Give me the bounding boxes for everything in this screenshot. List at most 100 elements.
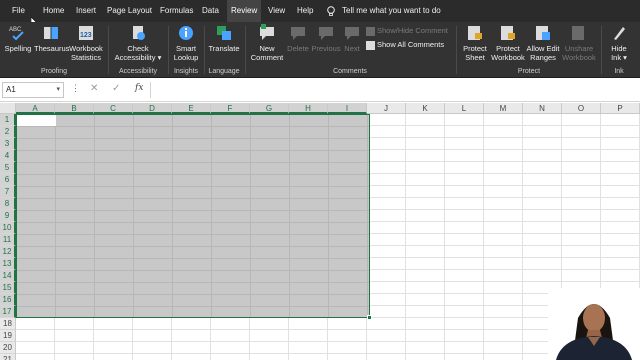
smart-lookup-button[interactable]: Smart Lookup: [171, 24, 201, 62]
protect-workbook-button[interactable]: Protect Workbook: [490, 24, 526, 62]
workbook-statistics-button[interactable]: 123 Workbook Statistics: [68, 24, 104, 62]
name-box[interactable]: A1 ▾: [2, 82, 64, 98]
chevron-down-icon[interactable]: ▾: [56, 83, 60, 97]
row-header-18[interactable]: 18: [0, 318, 16, 330]
column-header-m[interactable]: M: [484, 103, 523, 114]
more-options-icon[interactable]: ⋮: [71, 83, 80, 94]
next-comment-icon: [345, 27, 359, 40]
spelling-label: Spelling: [4, 44, 32, 53]
column-header-j[interactable]: J: [367, 103, 406, 114]
protect-sheet-button[interactable]: Protect Sheet: [460, 24, 490, 62]
column-header-d[interactable]: D: [133, 103, 172, 114]
formula-bar: A1 ▾ ⋮ ✕ ✓ fx: [0, 79, 640, 102]
group-separator: [456, 26, 457, 74]
insert-function-button[interactable]: fx: [135, 83, 143, 93]
unshare-workbook-label-1: Unshare: [564, 44, 594, 53]
thesaurus-label: Thesaurus: [34, 44, 70, 53]
fill-handle[interactable]: [367, 315, 372, 320]
column-header-e[interactable]: E: [172, 103, 211, 114]
row-header-2[interactable]: 2: [0, 126, 16, 138]
row-header-10[interactable]: 10: [0, 222, 16, 234]
spelling-button[interactable]: ABC Spelling: [3, 24, 33, 53]
thesaurus-button[interactable]: Thesaurus: [34, 24, 70, 53]
show-hide-comment-label: Show/Hide Comment: [377, 26, 448, 35]
column-header-a[interactable]: A: [16, 103, 55, 114]
select-all-corner[interactable]: [0, 103, 16, 114]
unshare-workbook-button[interactable]: Unshare Workbook: [561, 24, 597, 62]
show-hide-comment-button[interactable]: Show/Hide Comment: [366, 25, 448, 36]
menu-home[interactable]: Home: [39, 0, 68, 22]
row-header-19[interactable]: 19: [0, 330, 16, 342]
menu-insert[interactable]: Insert: [72, 0, 100, 22]
row-header-9[interactable]: 9: [0, 210, 16, 222]
next-comment-button[interactable]: Next: [342, 24, 362, 53]
show-all-comments-button[interactable]: Show All Comments: [366, 39, 444, 50]
menu-file[interactable]: File: [8, 0, 29, 22]
unshare-icon: [572, 26, 584, 40]
allow-edit-ranges-label-1: Allow Edit: [526, 44, 560, 53]
column-header-i[interactable]: I: [328, 103, 367, 114]
tell-me-search[interactable]: Tell me what you want to do: [342, 0, 441, 22]
row-header-5[interactable]: 5: [0, 162, 16, 174]
delete-label: Delete: [287, 44, 309, 53]
delete-comment-button[interactable]: Delete: [286, 24, 310, 53]
selected-range[interactable]: [16, 114, 370, 318]
column-header-k[interactable]: K: [406, 103, 445, 114]
row-header-17[interactable]: 17: [0, 306, 16, 318]
svg-text:123: 123: [80, 32, 92, 39]
check-accessibility-button[interactable]: Check Accessibility ▾: [112, 24, 164, 62]
column-header-b[interactable]: B: [55, 103, 94, 114]
enter-icon[interactable]: ✓: [112, 83, 120, 94]
menu-page-layout[interactable]: Page Layout: [103, 0, 156, 22]
menu-view[interactable]: View: [264, 0, 289, 22]
menu-data[interactable]: Data: [198, 0, 223, 22]
cancel-icon[interactable]: ✕: [90, 83, 98, 94]
menu-bar: File Home Insert Page Layout Formulas Da…: [0, 0, 640, 28]
row-header-20[interactable]: 20: [0, 342, 16, 354]
column-header-g[interactable]: G: [250, 103, 289, 114]
column-header-l[interactable]: L: [445, 103, 484, 114]
row-header-1[interactable]: 1: [0, 114, 16, 126]
row-header-11[interactable]: 11: [0, 234, 16, 246]
worksheet-grid[interactable]: ABCDEFGHIJKLMNOP 1 2 3 4 5 6 7 8 9 10 11 12 13 14 15 16…: [0, 103, 640, 360]
previous-label: Previous: [311, 44, 341, 53]
row-header-4[interactable]: 4: [0, 150, 16, 162]
lightbulb-icon: [327, 6, 335, 16]
row-header-15[interactable]: 15: [0, 282, 16, 294]
row-header-6[interactable]: 6: [0, 174, 16, 186]
column-header-o[interactable]: O: [562, 103, 601, 114]
menu-review[interactable]: Review: [227, 0, 262, 22]
row-header-3[interactable]: 3: [0, 138, 16, 150]
protect-workbook-label-1: Protect: [496, 44, 520, 53]
smart-lookup-label-2: Lookup: [173, 53, 199, 62]
new-comment-icon: [260, 24, 274, 40]
translate-button[interactable]: Translate: [207, 24, 241, 53]
row-header-21[interactable]: 21: [0, 354, 16, 360]
check-accessibility-label-1: Check: [127, 44, 149, 53]
row-header-8[interactable]: 8: [0, 198, 16, 210]
menu-formulas[interactable]: Formulas: [156, 0, 197, 22]
active-cell[interactable]: [17, 115, 56, 126]
new-comment-button[interactable]: New Comment: [249, 24, 285, 62]
column-header-h[interactable]: H: [289, 103, 328, 114]
column-header-c[interactable]: C: [94, 103, 133, 114]
row-header-14[interactable]: 14: [0, 270, 16, 282]
column-header-f[interactable]: F: [211, 103, 250, 114]
row-header-12[interactable]: 12: [0, 246, 16, 258]
hide-ink-button[interactable]: Hide Ink ▾: [604, 24, 634, 62]
statistics-icon: 123: [79, 26, 93, 40]
allow-edit-ranges-button[interactable]: Allow Edit Ranges: [526, 24, 560, 62]
column-header-p[interactable]: P: [601, 103, 640, 114]
previous-comment-button[interactable]: Previous: [311, 24, 341, 53]
workbook-statistics-label-1: Workbook: [69, 44, 103, 53]
formula-input[interactable]: [150, 82, 638, 98]
group-label-comments: Comments: [333, 68, 367, 75]
row-header-7[interactable]: 7: [0, 186, 16, 198]
column-header-n[interactable]: N: [523, 103, 562, 114]
menu-help[interactable]: Help: [293, 0, 317, 22]
spelling-icon: ABC: [9, 27, 24, 41]
row-header-16[interactable]: 16: [0, 294, 16, 306]
book-icon: [44, 27, 58, 39]
group-label-ink: Ink: [614, 68, 624, 75]
row-header-13[interactable]: 13: [0, 258, 16, 270]
